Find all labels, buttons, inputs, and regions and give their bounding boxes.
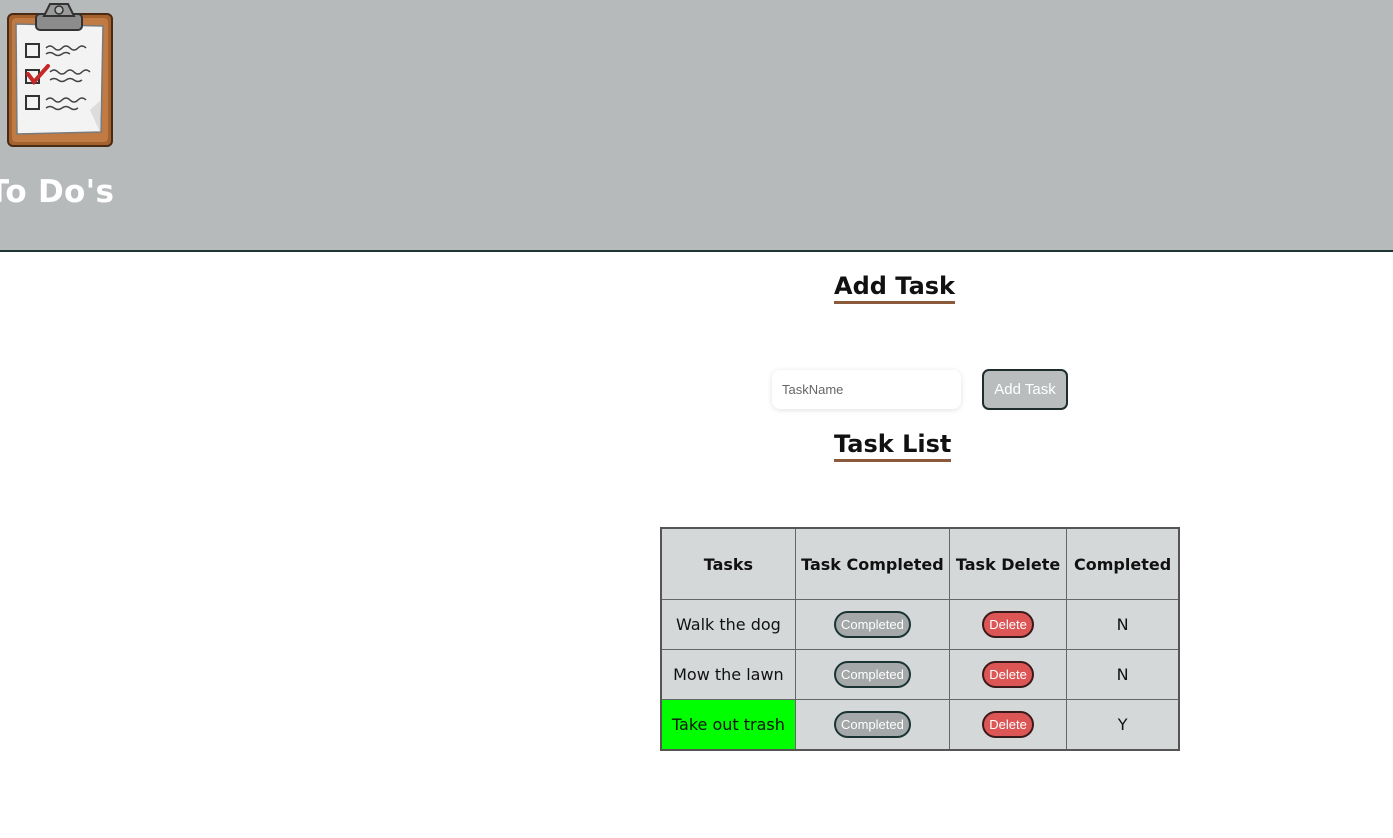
completed-status-cell: Y [1066, 699, 1180, 751]
mark-completed-button[interactable]: Completed [833, 611, 911, 638]
column-header-task-completed: Task Completed [794, 527, 950, 600]
task-name-input[interactable] [772, 370, 961, 409]
completed-button-cell: Completed [794, 649, 950, 700]
delete-button-cell: Delete [948, 599, 1068, 650]
completed-button-cell: Completed [794, 699, 950, 751]
clipboard-checklist-icon [7, 3, 113, 147]
mark-completed-button[interactable]: Completed [833, 711, 911, 738]
table-row: Mow the lawn Completed Delete N [660, 649, 1180, 700]
delete-task-button[interactable]: Delete [982, 711, 1035, 738]
completed-status-cell: N [1066, 649, 1180, 700]
table-row: Walk the dog Completed Delete N [660, 599, 1180, 650]
delete-task-button[interactable]: Delete [982, 661, 1035, 688]
completed-button-cell: Completed [794, 599, 950, 650]
task-name-cell: Take out trash [660, 699, 796, 751]
table-row: Take out trash Completed Delete Y [660, 699, 1180, 751]
app-title: To Do's [0, 174, 115, 210]
completed-status-cell: N [1066, 599, 1180, 650]
task-list-heading: Task List [834, 430, 952, 462]
delete-button-cell: Delete [948, 649, 1068, 700]
add-task-heading: Add Task [834, 272, 956, 304]
column-header-task-delete: Task Delete [948, 527, 1068, 600]
column-header-completed: Completed [1066, 527, 1180, 600]
add-task-button[interactable]: Add Task [982, 369, 1068, 410]
delete-button-cell: Delete [948, 699, 1068, 751]
table-header-row: Tasks Task Completed Task Delete Complet… [660, 527, 1180, 600]
task-name-cell: Walk the dog [660, 599, 796, 650]
mark-completed-button[interactable]: Completed [833, 661, 911, 688]
app-header: To Do's [0, 0, 1393, 252]
column-header-tasks: Tasks [660, 527, 796, 600]
task-table: Tasks Task Completed Task Delete Complet… [660, 527, 1180, 751]
delete-task-button[interactable]: Delete [982, 611, 1035, 638]
task-name-cell: Mow the lawn [660, 649, 796, 700]
